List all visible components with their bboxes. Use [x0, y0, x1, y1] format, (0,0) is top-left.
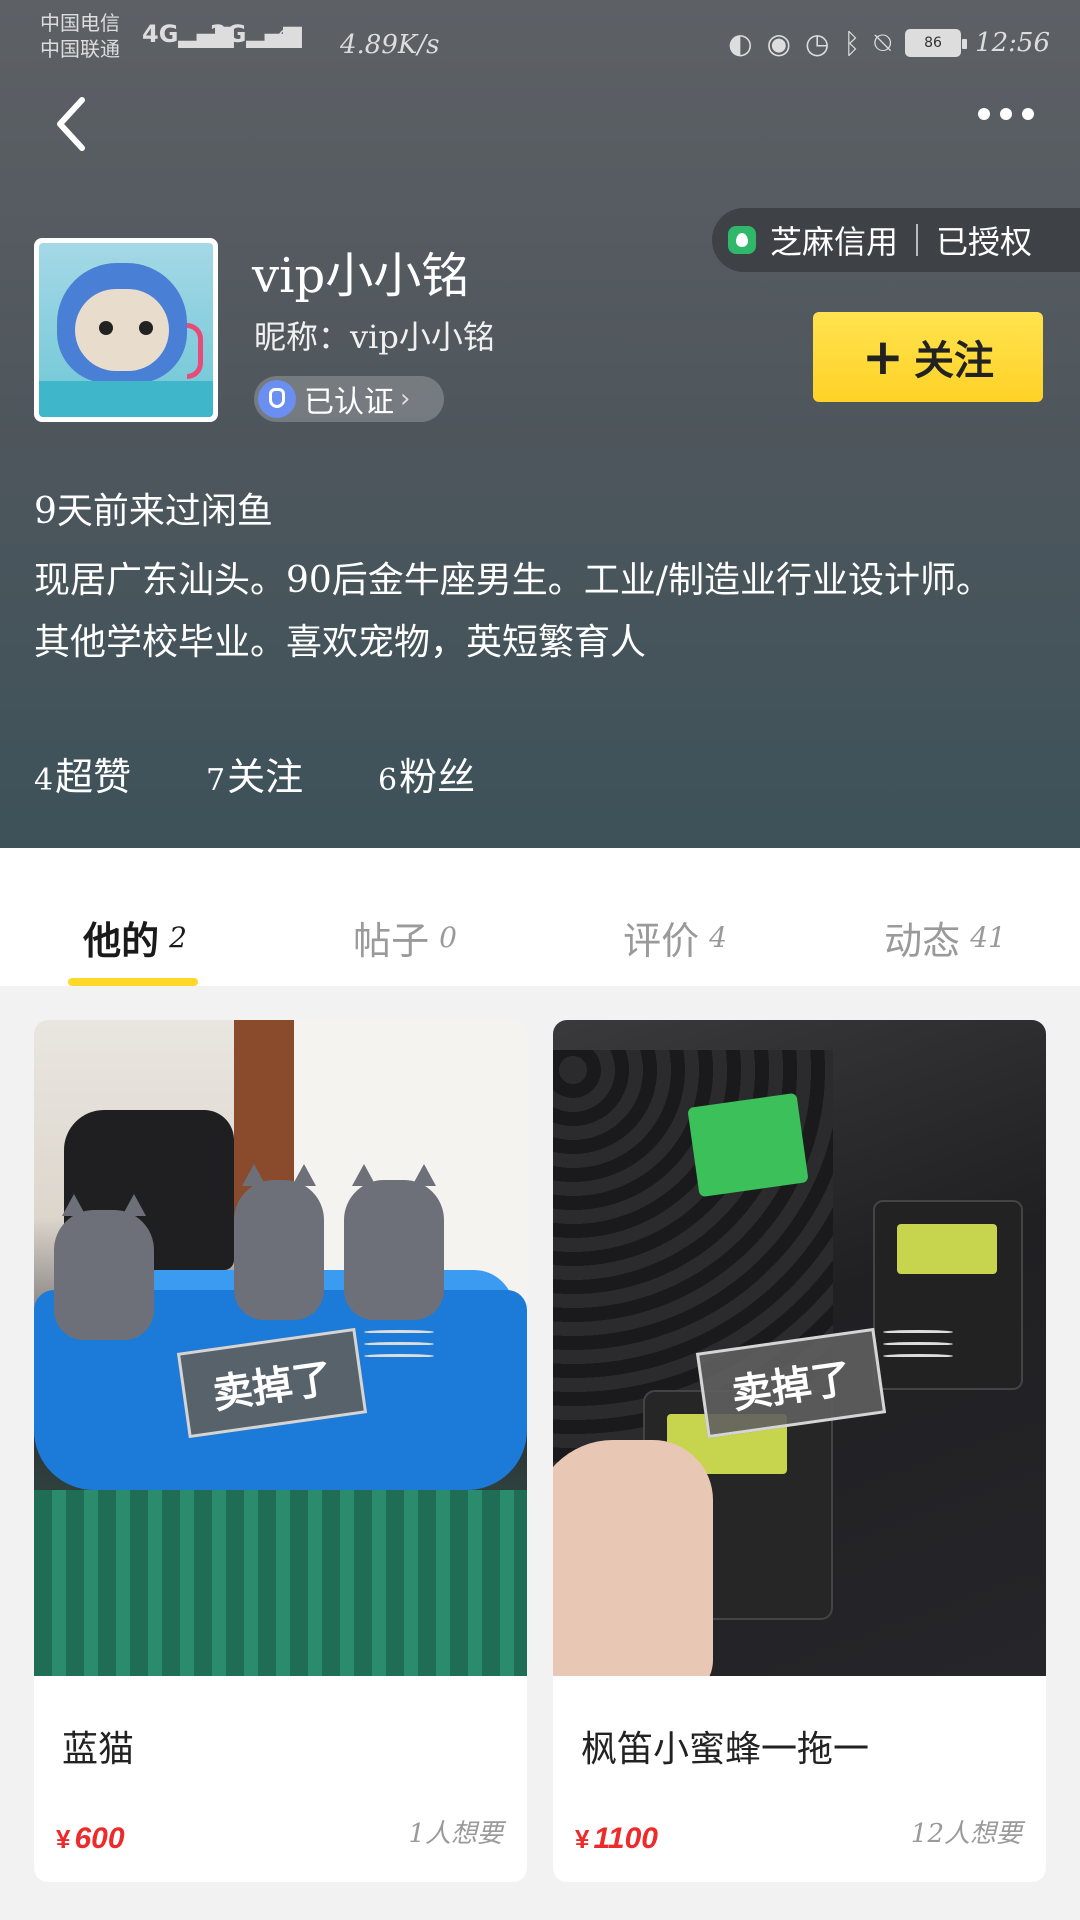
sold-waves-decor [883, 1330, 953, 1380]
item-want-count: 12人想要 [910, 1819, 1022, 1849]
carrier-labels: 中国电信 中国联通 [40, 10, 120, 62]
carrier-1: 中国电信 [40, 11, 120, 35]
tab-reviews[interactable]: 评价 4 [540, 848, 810, 986]
sesame-icon [728, 226, 756, 254]
divider [916, 224, 919, 256]
battery-icon: 86 [905, 29, 968, 57]
item-card[interactable]: 卖掉了 枫笛小蜜蜂一拖一 ¥1100 12人想要 [553, 1020, 1046, 1882]
avatar[interactable] [34, 238, 218, 422]
avatar-image [39, 243, 213, 417]
follow-label: 关注 [913, 338, 994, 384]
follow-button[interactable]: + 关注 [813, 312, 1043, 402]
sesame-label: 芝麻信用 [770, 223, 899, 261]
profile-tabs: 他的 2 帖子 0 评价 4 动态 41 [0, 848, 1080, 986]
item-want-count: 1人想要 [408, 1819, 503, 1849]
wifi-icon: ◠ [278, 20, 300, 53]
stat-likes[interactable]: 4超赞 [34, 746, 206, 801]
item-price: ¥600 [56, 1822, 125, 1855]
item-price: ¥1100 [575, 1822, 658, 1855]
sesame-credit-badge[interactable]: 芝麻信用 已授权 [712, 208, 1080, 272]
item-title: 蓝猫 [62, 1729, 135, 1770]
item-photo-cats: 卖掉了 [34, 1020, 527, 1676]
carrier-2: 中国联通 [40, 37, 120, 61]
clock: 12:56 [975, 28, 1050, 58]
plus-icon: + [862, 328, 904, 386]
more-options-icon[interactable] [978, 108, 1034, 120]
chevron-right-icon: › [400, 384, 411, 414]
mute-icon: ⍉ [874, 26, 892, 59]
bluetooth-icon: ᛒ [843, 26, 861, 60]
item-title: 枫笛小蜜蜂一拖一 [581, 1729, 870, 1770]
verified-user-icon [258, 380, 296, 418]
back-arrow-icon[interactable] [52, 94, 92, 154]
status-bar: 中国电信 中国联通 4G▂▄▆ 2G▂▄▆ ◠ 4.89K/s ◐ ◉ ◷ ᛒ … [40, 10, 1050, 70]
nickname-value: vip小小铭 [350, 318, 495, 356]
nickname-line: 昵称：vip小小铭 [254, 312, 495, 358]
verified-badge[interactable]: 已认证 › [254, 376, 444, 422]
stat-following[interactable]: 7关注 [206, 746, 378, 801]
sold-waves-decor [364, 1330, 434, 1380]
tab-activity[interactable]: 动态 41 [810, 848, 1080, 986]
item-photo-mic: 卖掉了 [553, 1020, 1046, 1676]
item-card[interactable]: 卖掉了 蓝猫 ¥600 1人想要 [34, 1020, 527, 1882]
item-grid: 卖掉了 蓝猫 ¥600 1人想要 卖掉了 枫笛小蜜蜂一拖一 ¥1100 12人想… [34, 1020, 1046, 1882]
alarm-icon: ◷ [805, 26, 830, 60]
stats-row: 4超赞 7关注 6粉丝 [34, 746, 550, 801]
tab-his-items[interactable]: 他的 2 [0, 848, 270, 986]
bio-text: 现居广东汕头。90后金牛座男生。工业/制造业行业设计师。其他学校毕业。喜欢宠物，… [34, 560, 992, 663]
profile-name: vip小小铭 [252, 248, 470, 304]
network-speed: 4.89K/s [340, 30, 440, 60]
sesame-status: 已授权 [936, 223, 1033, 261]
last-visit-text: 9天前来过闲鱼 [34, 491, 273, 532]
stat-followers[interactable]: 6粉丝 [378, 746, 550, 801]
profile-header: 中国电信 中国联通 4G▂▄▆ 2G▂▄▆ ◠ 4.89K/s ◐ ◉ ◷ ᛒ … [0, 0, 1080, 848]
verified-label: 已认证 [304, 385, 394, 420]
data-saver-icon: ◐ [728, 26, 753, 60]
active-tab-indicator [68, 978, 198, 986]
eye-comfort-icon: ◉ [766, 26, 791, 60]
nickname-label: 昵称： [254, 318, 351, 356]
tab-posts[interactable]: 帖子 0 [270, 848, 540, 986]
